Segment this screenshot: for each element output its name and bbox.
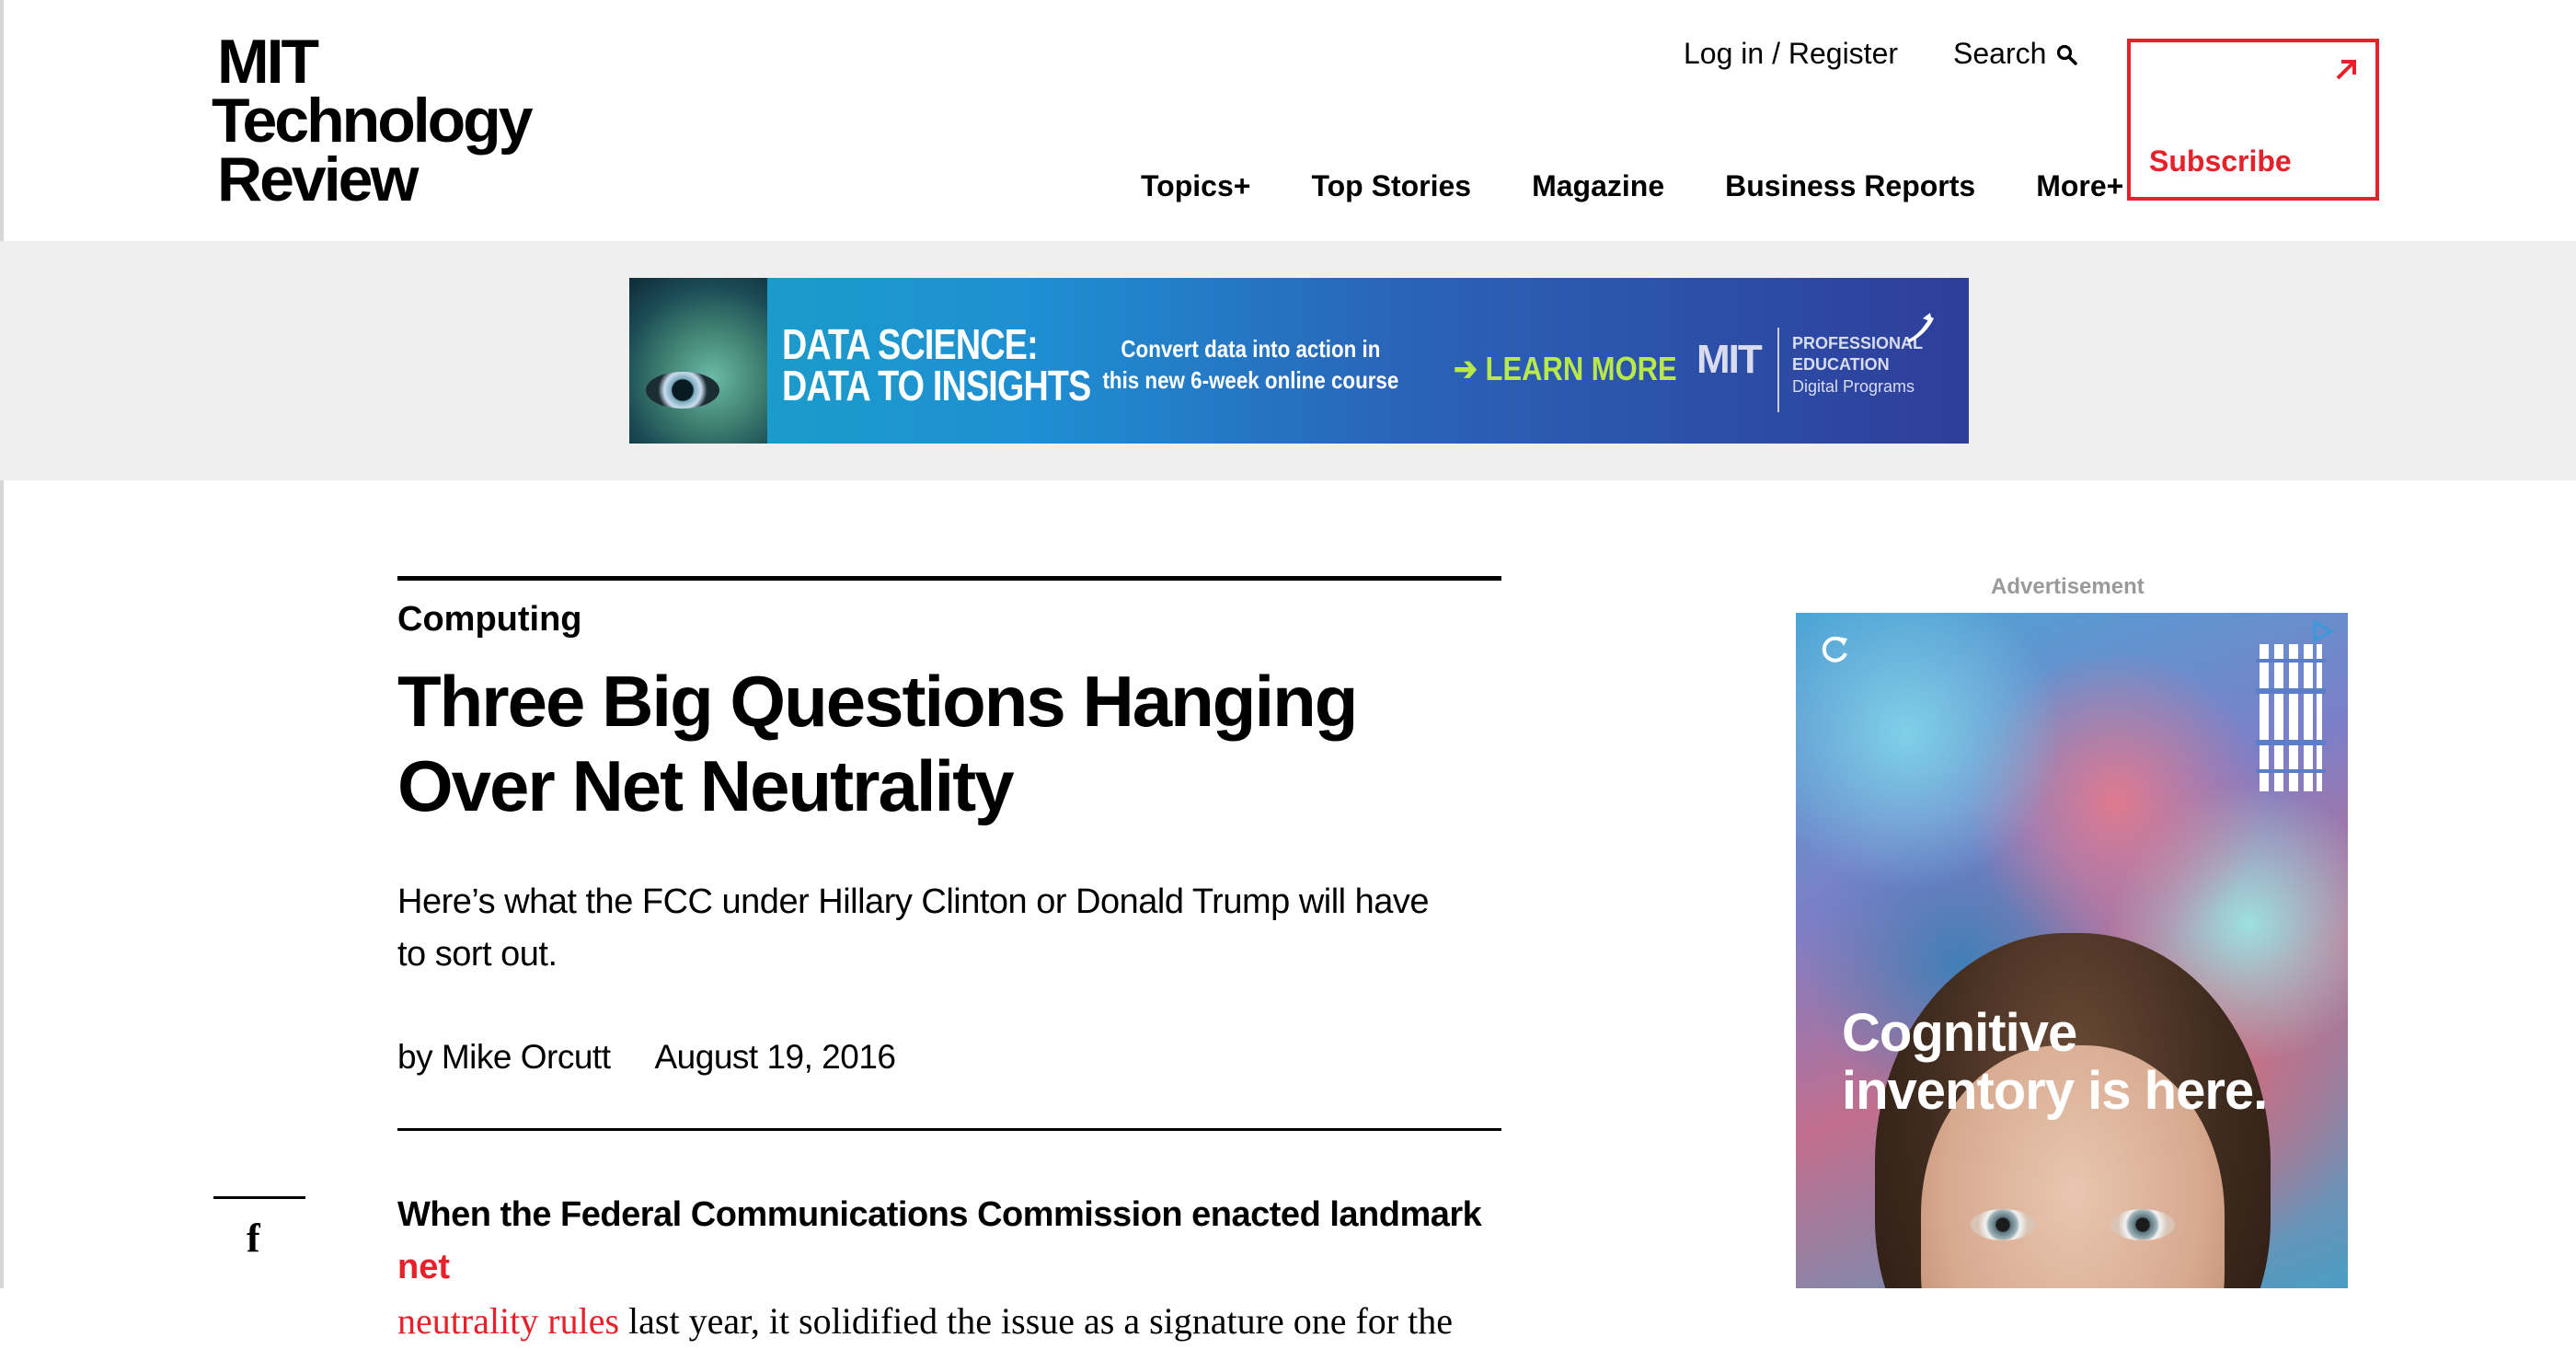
body-link-neutrality-rules[interactable]: neutrality rules (397, 1300, 619, 1342)
ad-copy-line-2: inventory is here. (1842, 1060, 2268, 1121)
banner-divider (1777, 328, 1779, 412)
banner-cta-label: LEARN MORE (1485, 350, 1677, 387)
banner-org-logo: MIT (1696, 337, 1763, 382)
banner-face-image (629, 278, 767, 444)
banner-title-line-1: DATA SCIENCE: (782, 320, 1039, 368)
advertisement-label: Advertisement (1991, 574, 2145, 599)
article-byline: by Mike Orcutt August 19, 2016 (397, 1038, 896, 1077)
ad-portrait-eye-left (1971, 1209, 2035, 1240)
banner-title: DATA SCIENCE: DATA TO INSIGHTS (782, 320, 1091, 410)
article-dek: Here’s what the FCC under Hillary Clinto… (397, 882, 1430, 974)
search-button[interactable]: Search (1953, 37, 2078, 71)
body-rest: last year, it solidified the issue as a … (619, 1300, 1453, 1342)
banner-cta[interactable]: ➔ LEARN MORE (1454, 350, 1677, 388)
external-arrow-icon (2336, 60, 2356, 80)
article-top-rule (397, 576, 1501, 581)
article-author[interactable]: by Mike Orcutt (397, 1038, 611, 1077)
article-date: August 19, 2016 (654, 1038, 897, 1076)
ad-copy: Cognitive inventory is here. (1842, 1003, 2268, 1121)
swoosh-icon (1906, 313, 1934, 342)
nav-more[interactable]: More+ (2036, 169, 2123, 203)
article-category[interactable]: Computing (397, 600, 582, 640)
search-label: Search (1953, 37, 2047, 70)
nav-top-stories[interactable]: Top Stories (1311, 169, 1471, 203)
refresh-icon[interactable] (1816, 631, 1853, 668)
body-link-net[interactable]: net (397, 1248, 450, 1286)
login-register-link[interactable]: Log in / Register (1684, 37, 1898, 71)
banner-tagline-line-2: this new 6-week online course (1102, 366, 1399, 395)
main-nav: Topics+ Top Stories Magazine Business Re… (1141, 169, 2123, 203)
logo-line-1: MIT (217, 27, 319, 97)
banner-title-line-2: DATA TO INSIGHTS (782, 362, 1091, 410)
logo-line-3: Review (217, 144, 419, 214)
window-edge (0, 0, 4, 1288)
body-lead: When the Federal Communications Commissi… (397, 1195, 1482, 1234)
sidebar-ad[interactable]: Cognitive inventory is here. (1796, 613, 2348, 1288)
facebook-icon[interactable]: f (247, 1215, 260, 1262)
banner-tagline-line-1: Convert data into action in (1121, 335, 1381, 363)
banner-eye-image (646, 372, 719, 409)
ad-copy-line-1: Cognitive (1842, 1003, 2077, 1063)
banner-tagline: Convert data into action in this new 6-w… (1100, 333, 1401, 397)
site-logo[interactable]: MIT Technology Review (212, 27, 567, 214)
logo-line-2: Technology (212, 85, 534, 156)
ibm-logo-icon (2256, 644, 2326, 791)
nav-business-reports[interactable]: Business Reports (1725, 169, 1975, 203)
banner-org-line-3: Digital Programs (1792, 376, 1915, 396)
nav-topics[interactable]: Topics+ (1141, 169, 1250, 203)
subscribe-label: Subscribe (2149, 144, 2292, 178)
nav-magazine[interactable]: Magazine (1532, 169, 1664, 203)
article-headline: Three Big Questions Hanging Over Net Neu… (397, 661, 1358, 827)
search-icon (2057, 44, 2078, 65)
arrow-right-icon: ➔ (1454, 350, 1486, 387)
banner-ad[interactable]: DATA SCIENCE: DATA TO INSIGHTS Convert d… (629, 278, 1969, 444)
article-bottom-rule (397, 1128, 1501, 1131)
ad-portrait-eye-right (2110, 1209, 2175, 1240)
utility-nav: Log in / Register Search (1684, 37, 2078, 71)
article-body-paragraph: When the Federal Communications Commissi… (397, 1189, 1520, 1349)
banner-org-line-2: EDUCATION (1792, 355, 1890, 375)
share-rule (213, 1196, 305, 1199)
subscribe-button[interactable]: Subscribe (2127, 39, 2379, 201)
